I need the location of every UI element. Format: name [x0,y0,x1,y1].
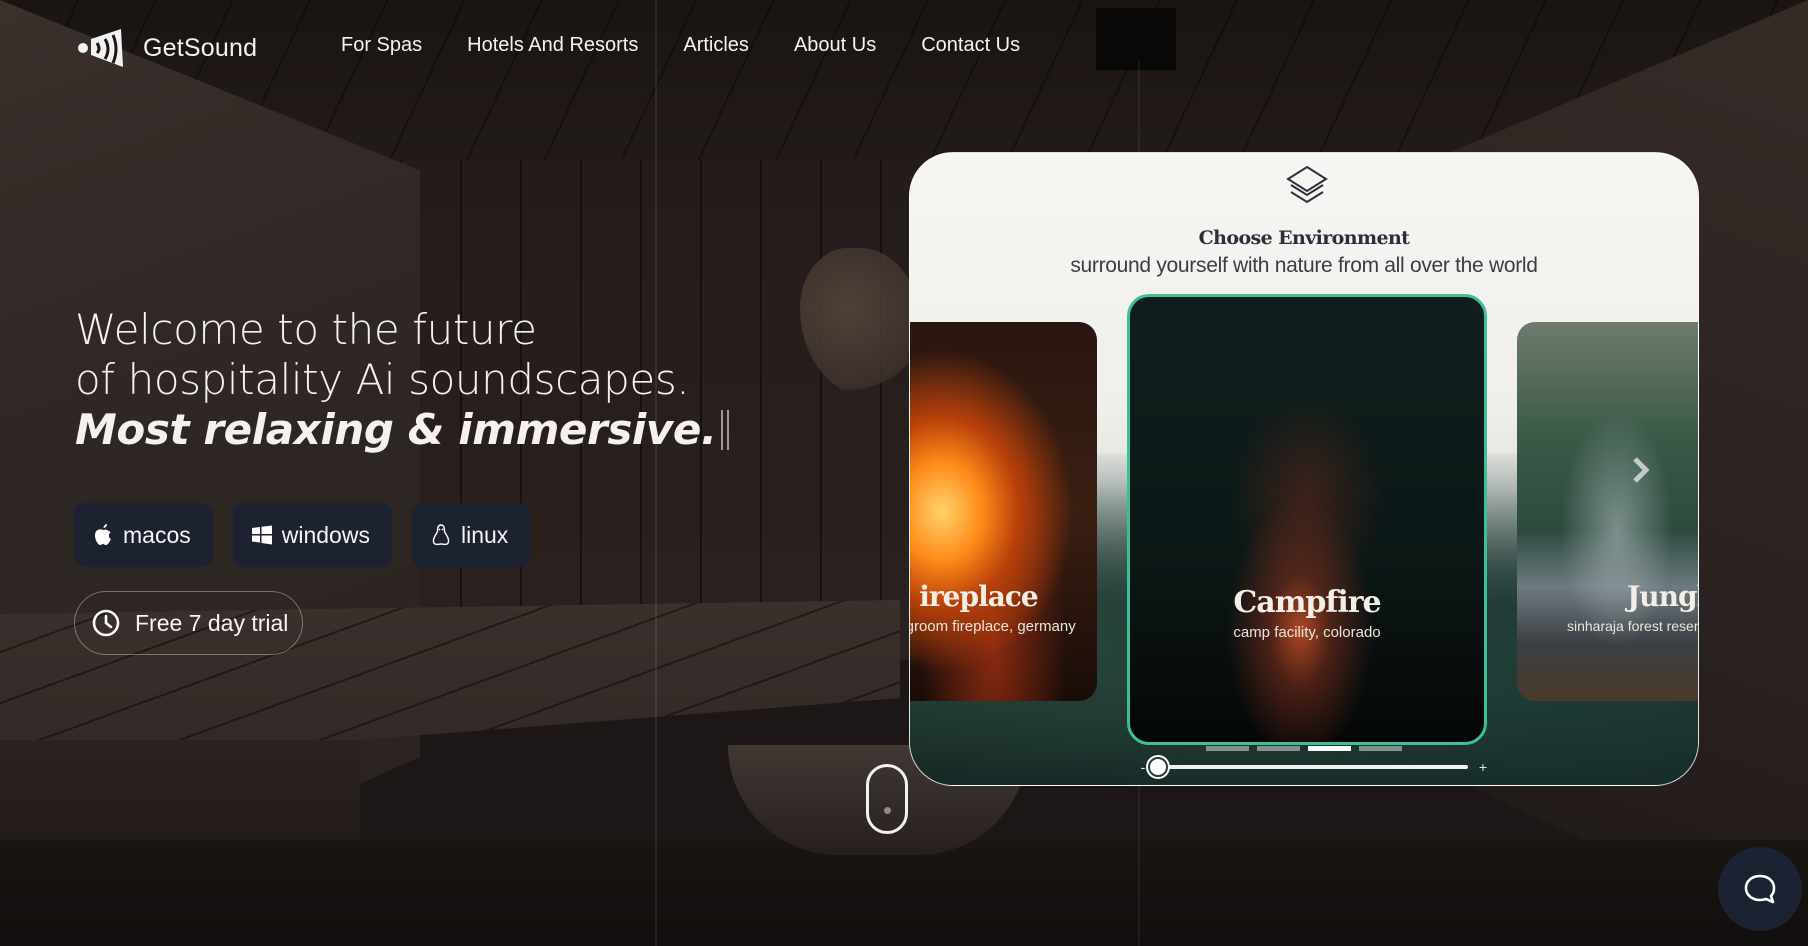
sound-wave-fan-icon [78,29,123,67]
linux-tux-icon [432,524,450,546]
brand-name: GetSound [143,33,258,62]
nav-articles[interactable]: Articles [683,34,749,57]
zoom-slider-handle[interactable] [1148,757,1168,777]
nav-hotels-and-resorts[interactable]: Hotels And Resorts [467,34,638,57]
tile-location: ngroom fireplace, germany [909,618,1076,635]
scroll-down-indicator[interactable] [866,764,908,834]
macos-download-button[interactable]: macos [74,503,213,567]
carousel-indicators [1206,746,1402,751]
environment-tile-campfire-selected[interactable]: Campfire camp facility, colorado [1127,294,1487,745]
windows-download-button[interactable]: windows [232,503,392,567]
zoom-in-button[interactable]: + [1476,759,1490,775]
tile-title: ireplace [919,580,1038,613]
bg-floor [0,840,1808,946]
hero-line-3: Most relaxing & immersive. [75,405,729,455]
nav-contact-us[interactable]: Contact Us [921,34,1020,57]
typing-cursor [720,410,729,450]
hero-heading: Welcome to the future of hospitality Ai … [75,305,729,455]
chevron-right-icon[interactable] [1629,455,1653,485]
hero-line-1: Welcome to the future [75,305,537,354]
scroll-wheel-dot [884,807,891,814]
main-nav: For Spas Hotels And Resorts Articles Abo… [341,34,1020,57]
nav-about-us[interactable]: About Us [794,34,876,57]
tile-title: Campfire [1233,585,1381,620]
windows-icon [251,525,272,545]
chat-support-button[interactable] [1718,847,1802,931]
brand-logo-link[interactable]: GetSound [77,25,257,71]
environment-title: Choose Environment [1198,227,1410,249]
hero-tagline: Most relaxing & immersive. [75,405,717,454]
environment-tile-jungle[interactable]: Jungle sinharaja forest reser [1517,322,1699,701]
nav-for-spas[interactable]: For Spas [341,34,422,57]
zoom-slider-track[interactable] [1148,757,1468,777]
hero-line-2: of hospitality Ai soundscapes. [75,355,690,404]
environment-selector-card: Choose Environment surround yourself wit… [909,152,1699,786]
layers-icon [1286,165,1328,204]
macos-label: macos [123,521,191,548]
platform-download-buttons: macos windows linux [74,503,531,567]
tile-location: sinharaja forest reser [1567,618,1699,634]
environment-subtitle: surround yourself with nature from all o… [1070,254,1538,277]
free-trial-button[interactable]: Free 7 day trial [74,591,303,655]
tile-title: Jungle [1627,580,1698,613]
carousel-indicator-4[interactable] [1359,746,1402,751]
linux-label: linux [460,521,509,548]
linux-download-button[interactable]: linux [411,503,531,567]
tile-location: camp facility, colorado [1233,624,1381,641]
free-trial-label: Free 7 day trial [135,609,289,636]
bg-lamp [1096,8,1176,70]
clock-icon [92,609,120,637]
carousel-indicator-2[interactable] [1257,746,1300,751]
carousel-indicator-3[interactable] [1308,746,1351,751]
chat-bubble-icon [1744,874,1776,904]
bg-glass-edge [655,0,657,946]
zoom-slider: - + [1136,757,1490,777]
environment-tile-fireplace[interactable]: ireplace ngroom fireplace, germany [909,322,1097,701]
apple-icon [95,524,111,545]
windows-label: windows [281,521,370,548]
carousel-indicator-1[interactable] [1206,746,1249,751]
